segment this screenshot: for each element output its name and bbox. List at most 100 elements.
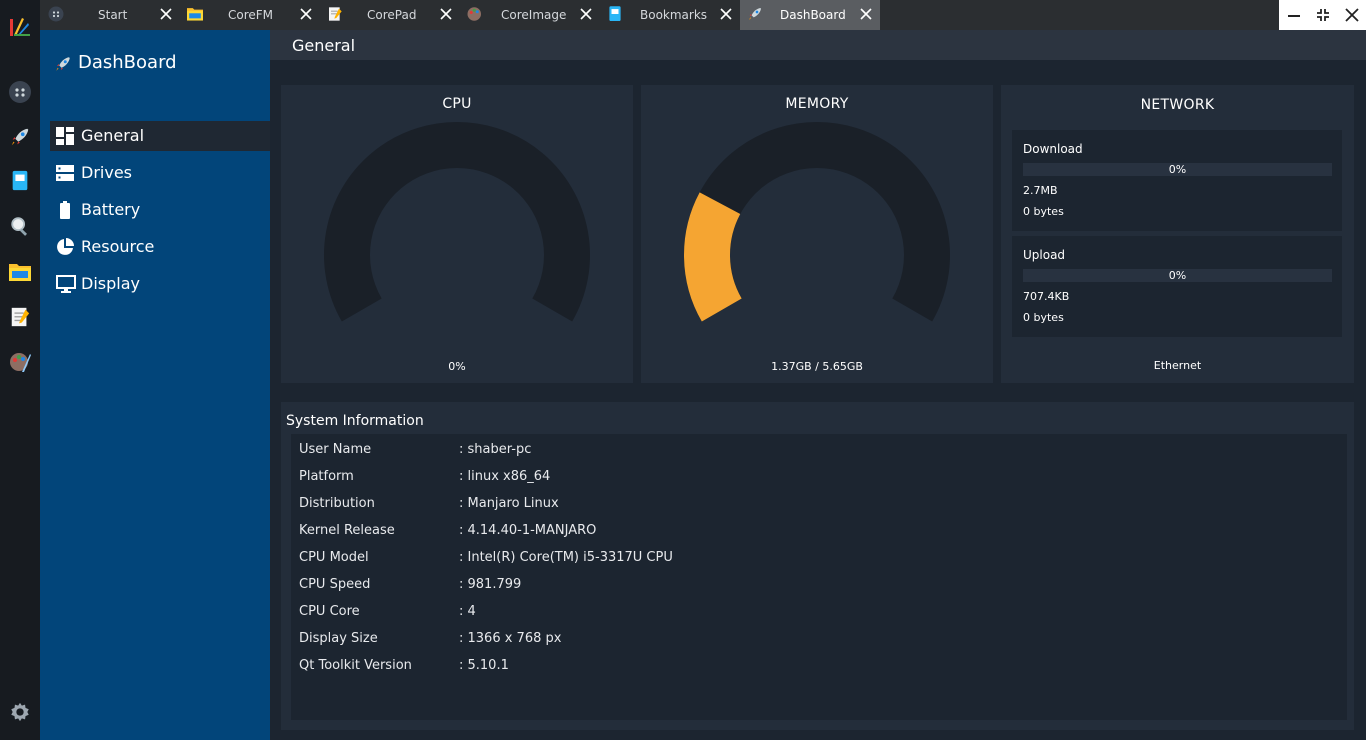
close-icon[interactable] [719, 7, 733, 21]
sidebar-item-label: Resource [81, 237, 155, 256]
download-label: Download [1023, 142, 1083, 156]
tab-label: Start [98, 8, 128, 22]
download-total: 2.7MB [1023, 184, 1058, 197]
memory-card: MEMORY 1.37GB / 5.65GB [641, 85, 993, 383]
tab-label: CoreImage [501, 8, 567, 22]
sysinfo-value: : 4 [459, 604, 476, 619]
sysinfo-value: : Manjaro Linux [459, 496, 559, 511]
memory-title: MEMORY [785, 96, 849, 112]
tab-label: CorePad [367, 8, 417, 22]
memory-gauge-fill [684, 192, 743, 322]
folder-icon [186, 5, 204, 23]
close-icon[interactable] [439, 7, 453, 21]
rocket-icon [54, 53, 72, 75]
cpu-card: CPU 0% [281, 85, 633, 383]
sidebar-item-battery[interactable]: Battery [50, 195, 270, 225]
app-title: DashBoard [78, 52, 177, 73]
sysinfo-value: : shaber-pc [459, 442, 532, 457]
tab-bar: Start CoreFM CorePad CoreImage Bookmarks… [40, 0, 1366, 30]
tab-start[interactable]: Start [40, 0, 180, 30]
close-icon[interactable] [159, 7, 173, 21]
sysinfo-key: Kernel Release [299, 523, 395, 538]
battery-icon [56, 201, 74, 219]
coreimage-icon[interactable] [7, 349, 33, 375]
cpu-title: CPU [442, 96, 472, 112]
monitor-icon [56, 275, 76, 293]
bookmarks-icon[interactable] [7, 168, 33, 194]
sysinfo-key: CPU Speed [299, 577, 371, 592]
start-icon [47, 5, 65, 23]
pie-icon [56, 238, 74, 256]
restore-icon[interactable] [1308, 0, 1337, 30]
close-icon[interactable] [579, 7, 593, 21]
sysinfo-value: : Intel(R) Core(TM) i5-3317U CPU [459, 550, 673, 565]
close-window-icon[interactable] [1337, 0, 1366, 30]
sidebar-item-resource[interactable]: Resource [50, 232, 270, 262]
sidebar: DashBoard General Drives Battery Resourc… [40, 30, 270, 740]
close-icon[interactable] [299, 7, 313, 21]
sysinfo-value: : 5.10.1 [459, 658, 509, 673]
coreimage-icon [466, 5, 484, 23]
main-content: General CPU 0% MEMORY 1.37GB / 5.65GB NE… [270, 30, 1366, 740]
sidebar-item-display[interactable]: Display [50, 269, 270, 299]
tab-coreimage[interactable]: CoreImage [460, 0, 600, 30]
page-header: General [270, 30, 1366, 60]
memory-value: 1.37GB / 5.65GB [771, 360, 863, 373]
network-interface: Ethernet [1153, 359, 1202, 372]
rocket-icon [746, 5, 764, 23]
tab-bookmarks[interactable]: Bookmarks [600, 0, 740, 30]
download-percent: 0% [1168, 163, 1187, 176]
dashboard-icon[interactable] [7, 124, 33, 150]
system-information-table: User Name: shaber-pc Platform: linux x86… [291, 434, 1347, 720]
tab-corefm[interactable]: CoreFM [180, 0, 320, 30]
search-icon[interactable] [7, 213, 33, 239]
sysinfo-key: Distribution [299, 496, 375, 511]
sysinfo-value: : 4.14.40-1-MANJARO [459, 523, 597, 538]
app-dock [0, 0, 40, 740]
system-information-title: System Information [286, 413, 424, 429]
minimize-icon[interactable] [1279, 0, 1308, 30]
corestuff-logo-icon[interactable] [7, 14, 33, 40]
sidebar-item-label: Display [81, 274, 140, 293]
sysinfo-value: : 1366 x 768 px [459, 631, 562, 646]
sysinfo-key: CPU Model [299, 550, 369, 565]
folder-icon[interactable] [7, 259, 33, 285]
sysinfo-key: Qt Toolkit Version [299, 658, 412, 673]
drives-icon [56, 164, 74, 182]
sysinfo-value: : 981.799 [459, 577, 522, 592]
window-controls [1279, 0, 1366, 30]
memory-gauge-track [684, 122, 950, 322]
network-card: NETWORK Download 0% 2.7MB 0 bytes Upload… [1001, 85, 1354, 383]
cpu-gauge-track [324, 122, 590, 322]
sysinfo-value: : linux x86_64 [459, 469, 551, 484]
sidebar-item-label: Battery [81, 200, 141, 219]
tab-corepad[interactable]: CorePad [320, 0, 460, 30]
cpu-value: 0% [448, 360, 466, 373]
start-icon[interactable] [7, 79, 33, 105]
grid-icon [56, 127, 74, 145]
page-title: General [292, 36, 356, 55]
upload-label: Upload [1023, 248, 1066, 262]
tab-label: Bookmarks [640, 8, 708, 22]
memory-gauge [684, 122, 950, 322]
sysinfo-key: Display Size [299, 631, 378, 646]
notepad-icon[interactable] [7, 304, 33, 330]
notepad-icon [326, 5, 344, 23]
sidebar-item-drives[interactable]: Drives [50, 158, 270, 188]
sysinfo-key: User Name [299, 442, 372, 457]
settings-icon[interactable] [7, 699, 33, 725]
sidebar-item-label: Drives [81, 163, 132, 182]
sidebar-item-label: General [81, 126, 145, 145]
upload-panel: Upload 0% 707.4KB 0 bytes [1012, 236, 1342, 337]
tab-dashboard[interactable]: DashBoard [740, 0, 880, 30]
upload-total: 707.4KB [1023, 290, 1070, 303]
system-information-panel: System Information User Name: shaber-pc … [281, 402, 1354, 730]
download-rate: 0 bytes [1023, 205, 1064, 218]
tab-label: DashBoard [780, 8, 846, 22]
tab-label: CoreFM [228, 8, 274, 22]
sidebar-item-general[interactable]: General [50, 121, 270, 151]
network-title: NETWORK [1140, 97, 1215, 113]
cpu-gauge [324, 122, 590, 322]
upload-rate: 0 bytes [1023, 311, 1064, 324]
close-icon[interactable] [859, 7, 873, 21]
